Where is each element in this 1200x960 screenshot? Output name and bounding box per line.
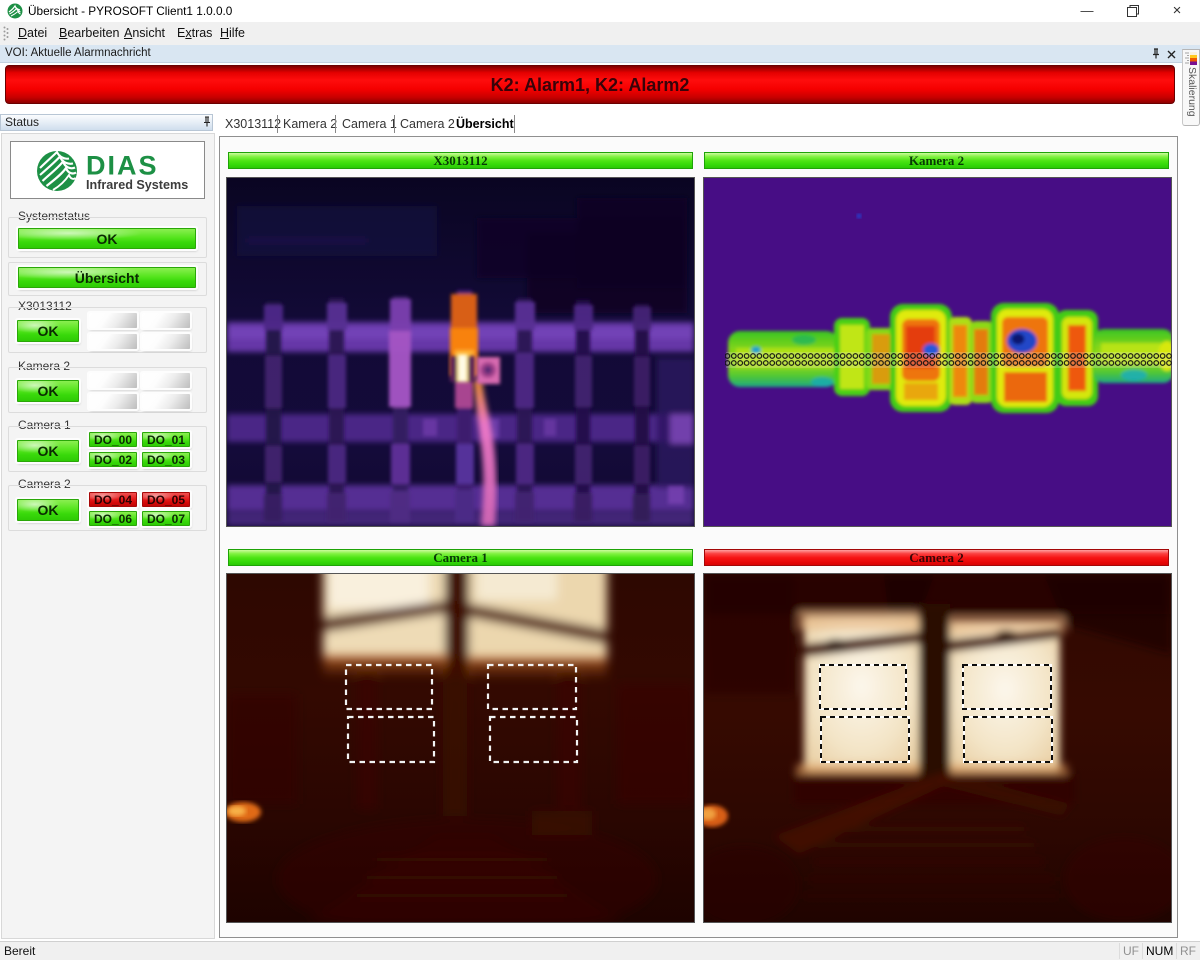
svg-text:Infrared Systems: Infrared Systems [86,178,188,192]
svg-text:DIAS: DIAS [86,151,159,181]
